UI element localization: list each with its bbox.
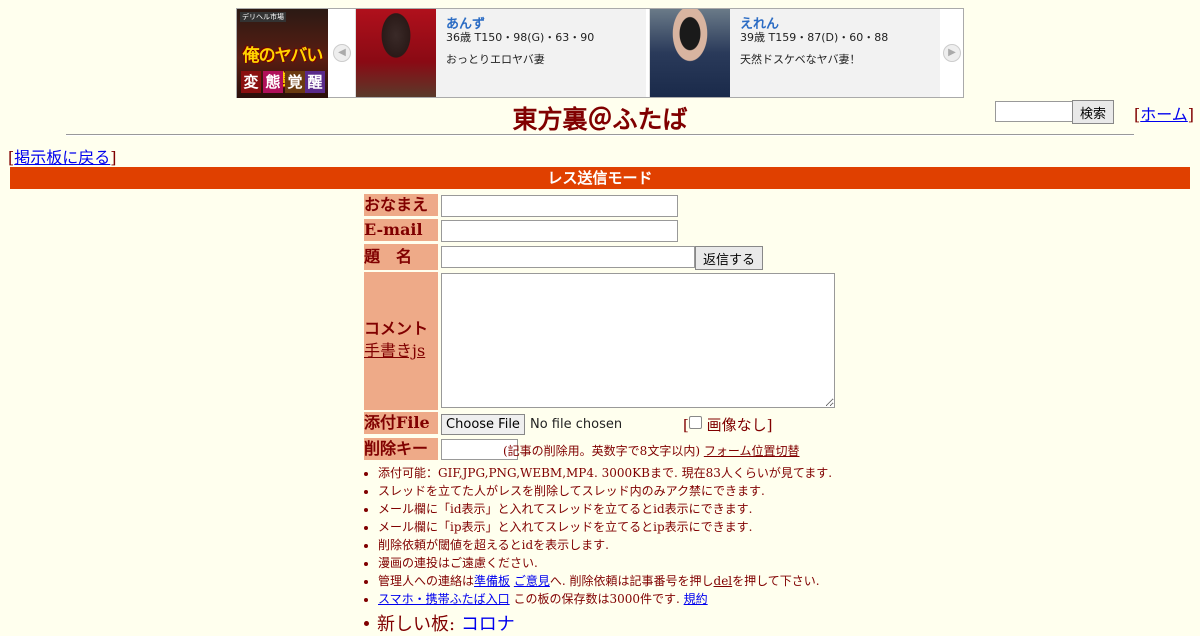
home-link[interactable]: ホーム	[1140, 105, 1188, 124]
rule-text: へ. 削除依頼は記事番号を押し	[549, 574, 714, 588]
ad-card-photo	[356, 9, 436, 97]
prep-board-link[interactable]: 準備板	[474, 574, 510, 588]
delete-key-hint-wrapper: (記事の削除用。英数字で8文字以内) フォーム位置切替	[503, 442, 799, 459]
delete-key-label: 削除キー	[364, 438, 438, 460]
search-input[interactable]	[995, 101, 1074, 122]
ad-logo-badge: 覚	[285, 71, 305, 93]
ad-card-stats: 36歳 T150・98(G)・63・90	[446, 31, 595, 44]
banner-prev-arrow-icon[interactable]: ◀	[333, 44, 351, 62]
new-board-label: 新しい板:	[377, 614, 456, 635]
list-item: 添付可能：GIF,JPG,PNG,WEBM,MP4. 3000KBまで. 現在8…	[378, 464, 832, 482]
file-label: 添付File	[364, 412, 438, 434]
new-board-notice: 新しい板: コロナ	[364, 610, 515, 636]
name-label: おなまえ	[364, 194, 438, 216]
home-link-wrapper: [ホーム]	[1134, 105, 1195, 124]
bullet-icon	[364, 621, 369, 626]
email-label: E-mail	[364, 219, 438, 241]
ad-logo-badge: 醒	[305, 71, 325, 93]
list-item: 漫画の連投はご遠慮ください.	[378, 554, 832, 572]
rule-text: を押して下さい.	[732, 574, 820, 588]
tegaki-link[interactable]: 手書きjs	[364, 340, 425, 362]
comment-label: コメント	[364, 319, 429, 338]
email-input[interactable]	[441, 220, 678, 242]
list-item: メール欄に「ip表示」と入れてスレッドを立てるとip表示にできます.	[378, 518, 832, 536]
comment-textarea[interactable]	[441, 273, 835, 408]
back-to-board-link[interactable]: 掲示板に戻る	[14, 148, 110, 167]
no-image-checkbox[interactable]	[688, 416, 702, 429]
subject-input[interactable]	[441, 246, 695, 268]
ad-card[interactable]: あんず 36歳 T150・98(G)・63・90 おっとりエロヤバ妻	[355, 9, 646, 97]
rule-text: この板の保存数は3000件です.	[509, 592, 684, 606]
form-position-toggle-link[interactable]: フォーム位置切替	[704, 444, 800, 458]
ad-logo-tag: デリヘル市場	[240, 12, 286, 22]
ad-logo-badge: 態	[263, 71, 283, 93]
del-link[interactable]: del	[714, 574, 733, 588]
name-input[interactable]	[441, 195, 678, 217]
file-status: No file chosen	[530, 417, 623, 432]
new-board-link[interactable]: コロナ	[461, 614, 515, 635]
ad-card-photo	[650, 9, 730, 97]
ad-card-stats: 39歳 T159・87(D)・60・88	[740, 31, 889, 44]
delete-key-hint: (記事の削除用。英数字で8文字以内)	[503, 444, 700, 458]
ad-logo[interactable]: デリヘル市場 俺のヤバい妻 変 態 覚 醒	[237, 9, 328, 98]
comment-label-cell: コメント 手書きjs	[364, 272, 438, 410]
list-item: メール欄に「id表示」と入れてスレッドを立てるとid表示にできます.	[378, 500, 832, 518]
reply-mode-bar: レス送信モード	[10, 167, 1190, 189]
ad-card-catch: おっとりエロヤバ妻	[446, 53, 545, 66]
ad-logo-badge: 変	[241, 71, 261, 93]
mobile-entrance-link[interactable]: スマホ・携帯ふたば入口	[378, 592, 510, 606]
ad-card-catch: 天然ドスケベなヤバ妻！	[740, 53, 861, 66]
search-button[interactable]: 検索	[1072, 100, 1114, 124]
terms-link[interactable]: 規約	[684, 592, 708, 606]
ad-card[interactable]: えれん 39歳 T159・87(D)・60・88 天然ドスケベなヤバ妻！	[649, 9, 940, 97]
feedback-link[interactable]: ご意見	[514, 574, 550, 588]
divider	[66, 134, 1134, 136]
no-image-option: [ 画像なし]	[683, 416, 773, 434]
list-item: 管理人への連絡は準備板 ご意見へ. 削除依頼は記事番号を押しdelを押して下さい…	[378, 572, 832, 590]
list-item: スマホ・携帯ふたば入口 この板の保存数は3000件です. 規約	[378, 590, 832, 608]
list-item: 削除依頼が閾値を超えるとidを表示します.	[378, 536, 832, 554]
no-image-label: 画像なし	[706, 416, 767, 434]
rule-text: 管理人への連絡は	[378, 574, 475, 588]
subject-label: 題 名	[364, 244, 438, 270]
rules-list: 添付可能：GIF,JPG,PNG,WEBM,MP4. 3000KBまで. 現在8…	[364, 464, 832, 608]
ad-banner[interactable]: デリヘル市場 俺のヤバい妻 変 態 覚 醒 ◀ あんず 36歳 T150・98(…	[236, 8, 964, 98]
banner-next-arrow-icon[interactable]: ▶	[943, 44, 961, 62]
reply-submit-button[interactable]: 返信する	[695, 246, 763, 270]
list-item: スレッドを立てた人がレスを削除してスレッド内のみアク禁にできます.	[378, 482, 832, 500]
choose-file-button[interactable]: Choose File	[441, 414, 525, 435]
back-link-wrapper: [掲示板に戻る]	[8, 148, 117, 167]
